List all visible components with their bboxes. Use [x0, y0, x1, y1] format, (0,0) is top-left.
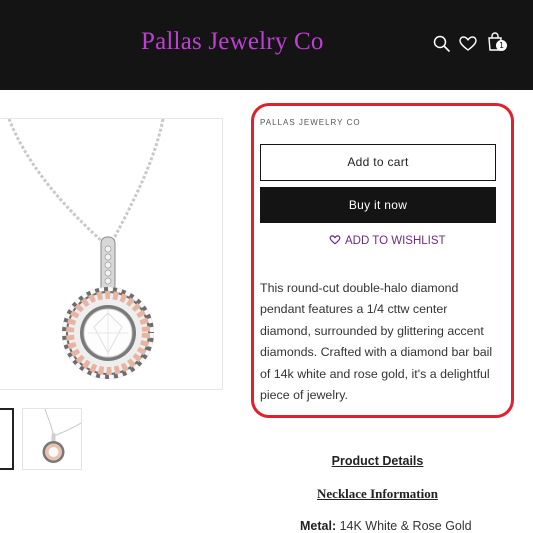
metal-label: Metal: — [300, 519, 337, 533]
search-icon[interactable] — [432, 34, 452, 54]
metal-value: 14K White & Rose Gold — [336, 519, 472, 533]
wishlist-label: ADD TO WISHLIST — [345, 235, 446, 247]
cart-icon[interactable]: 1 — [485, 31, 507, 51]
site-header: Pallas Jewelry Co 1 — [0, 0, 533, 90]
product-description: This round-cut double-halo diamond penda… — [260, 281, 493, 403]
heart-icon[interactable] — [458, 34, 478, 54]
heart-icon — [329, 234, 341, 248]
product-details-link[interactable]: Product Details — [0, 454, 533, 468]
buy-it-now-button[interactable]: Buy it now — [260, 187, 496, 223]
add-to-cart-button[interactable]: Add to cart — [260, 144, 496, 181]
metal-info: Metal: 14K White & Rose Gold — [300, 519, 472, 533]
necklace-information-link[interactable]: Necklace Information — [0, 486, 533, 502]
main-product-image[interactable] — [0, 118, 223, 390]
add-to-wishlist-button[interactable]: ADD TO WISHLIST — [329, 234, 446, 248]
cart-count-badge: 1 — [496, 40, 507, 51]
site-logo[interactable]: Pallas Jewelry Co — [141, 28, 324, 56]
product-vendor: PALLAS JEWELRY CO — [260, 118, 361, 127]
